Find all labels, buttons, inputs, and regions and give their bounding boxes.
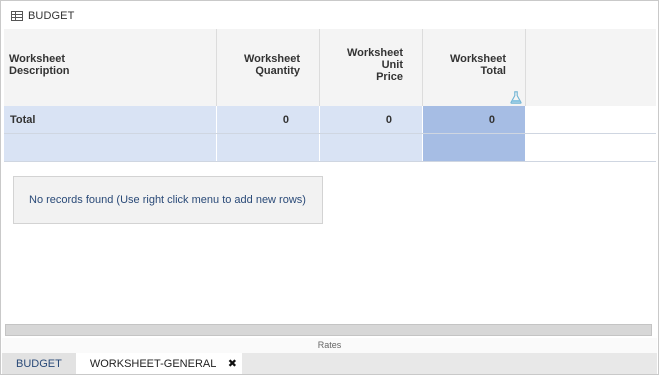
- empty-cell[interactable]: [217, 134, 320, 161]
- panel-title: BUDGET: [28, 9, 75, 22]
- column-header-spacer: [526, 29, 656, 106]
- header-text: Worksheet: [449, 53, 506, 65]
- header-text: Worksheet: [346, 47, 403, 59]
- rates-label: Rates: [2, 338, 657, 353]
- column-header-total[interactable]: Worksheet Total: [423, 29, 526, 106]
- total-label-cell[interactable]: Total: [4, 106, 217, 133]
- header-text: Total: [480, 65, 506, 77]
- header-text: Worksheet: [9, 53, 66, 65]
- tab-label: WORKSHEET-GENERAL: [89, 357, 217, 370]
- column-header-description[interactable]: Worksheet Description: [4, 29, 217, 106]
- row-spacer: [526, 134, 656, 161]
- empty-cell[interactable]: [4, 134, 217, 161]
- header-text: Description: [9, 65, 70, 77]
- total-total-cell[interactable]: 0: [423, 106, 526, 133]
- header-text: Price: [376, 71, 403, 83]
- table-row-total[interactable]: Total 0 0 0: [4, 106, 656, 134]
- table-icon: [11, 10, 23, 21]
- tab-worksheet-general[interactable]: WORKSHEET-GENERAL ✖: [75, 353, 243, 374]
- tab-label: BUDGET: [16, 357, 62, 370]
- total-unit-price-cell[interactable]: 0: [320, 106, 423, 133]
- table-row-empty[interactable]: [4, 134, 656, 162]
- empty-cell[interactable]: [423, 134, 526, 161]
- no-records-message: No records found (Use right click menu t…: [13, 176, 323, 224]
- total-quantity-cell[interactable]: 0: [217, 106, 320, 133]
- bottom-tab-bar: BUDGET WORKSHEET-GENERAL ✖: [2, 353, 657, 374]
- horizontal-scrollbar[interactable]: [5, 324, 652, 336]
- column-header-quantity[interactable]: Worksheet Quantity: [217, 29, 320, 106]
- flask-icon[interactable]: [510, 91, 522, 104]
- header-text: Quantity: [255, 65, 300, 77]
- grid-header-row: Worksheet Description Worksheet Quantity…: [4, 29, 656, 106]
- header-text: Worksheet: [243, 53, 300, 65]
- panel-header: BUDGET: [2, 2, 657, 29]
- tab-budget[interactable]: BUDGET: [2, 353, 76, 374]
- empty-cell[interactable]: [320, 134, 423, 161]
- header-text: Unit: [381, 59, 403, 71]
- budget-panel: BUDGET Worksheet Description Worksheet Q…: [0, 0, 659, 375]
- column-header-unit-price[interactable]: Worksheet Unit Price: [320, 29, 423, 106]
- close-icon[interactable]: ✖: [226, 357, 238, 370]
- worksheet-grid: Worksheet Description Worksheet Quantity…: [4, 29, 656, 162]
- row-spacer: [526, 106, 656, 133]
